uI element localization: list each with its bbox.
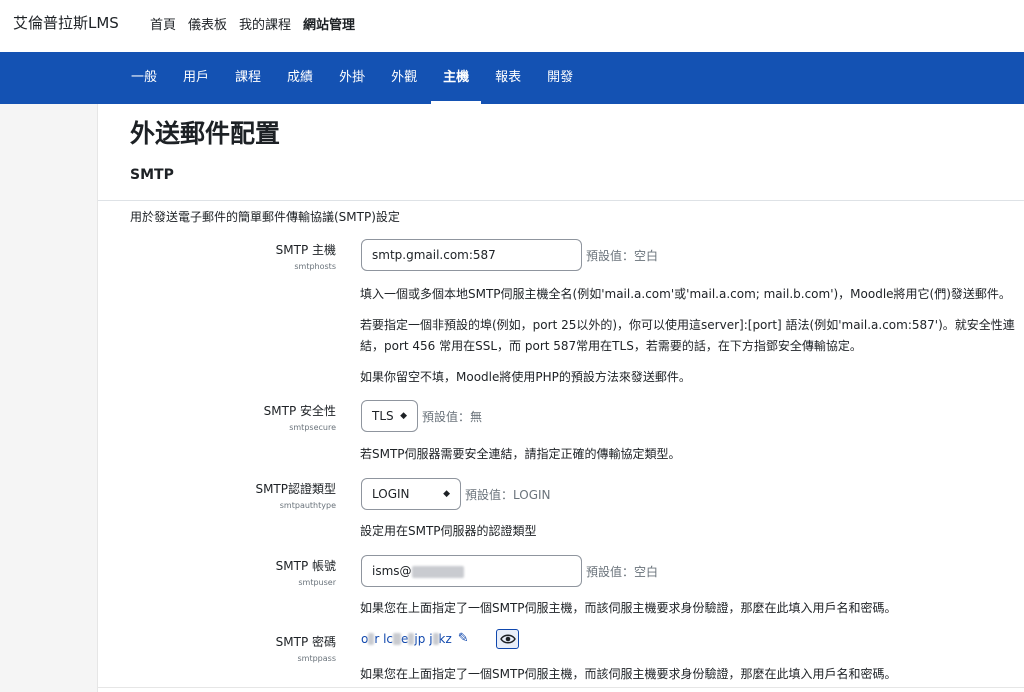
input-value: isms@: [372, 564, 412, 578]
section-title: SMTP: [130, 167, 174, 183]
tab-development[interactable]: 開發: [547, 52, 573, 104]
smtpsecure-select[interactable]: TLS ◆: [361, 400, 418, 432]
eye-icon: [499, 634, 516, 644]
select-arrows-icon: ◆: [443, 489, 450, 499]
smtpuser-default: 預設值：空白: [586, 565, 659, 579]
setting-label: SMTP 密碼: [275, 635, 336, 649]
tab-general[interactable]: 一般: [131, 52, 157, 104]
setting-key: smtppass: [297, 654, 337, 663]
smtpsecure-label: SMTP 安全性 smtpsecure: [106, 402, 336, 432]
tab-grades[interactable]: 成績: [287, 52, 313, 104]
tab-reports[interactable]: 報表: [495, 52, 521, 104]
smtpsecure-desc: 若SMTP伺服器需要安全連結，請指定正確的傳輸協定類型。: [360, 447, 681, 461]
setting-key: smtpsecure: [289, 423, 336, 432]
setting-label: SMTP 安全性: [263, 404, 336, 418]
pwd-part: e: [401, 631, 409, 646]
select-arrows-icon: ◆: [400, 411, 407, 421]
smtpauthtype-desc: 設定用在SMTP伺服器的認證類型: [360, 524, 537, 538]
nav-dashboard[interactable]: 儀表板: [188, 14, 227, 33]
setting-label: SMTP 主機: [275, 243, 336, 257]
toggle-visibility-button[interactable]: [496, 629, 519, 649]
setting-key: smtpuser: [298, 578, 336, 587]
gutter-divider: [97, 104, 98, 692]
setting-key: smtpauthtype: [279, 501, 336, 510]
smtphosts-input[interactable]: smtp.gmail.com:587: [361, 239, 582, 271]
smtppass-label: SMTP 密碼 smtppass: [106, 633, 336, 663]
redacted-blur: [432, 632, 439, 645]
secondary-nav: 一般 用戶 課程 成績 外掛 外觀 主機 報表 開發: [0, 52, 1024, 104]
smtppass-desc: 如果您在上面指定了一個SMTP伺服主機，而該伺服主機要求身份驗證，那麼在此填入用…: [360, 667, 897, 681]
smtpauthtype-select[interactable]: LOGIN ◆: [361, 478, 461, 510]
smtphosts-default: 預設值：空白: [586, 249, 659, 263]
pwd-part: r lc: [374, 631, 394, 646]
setting-label: SMTP認證類型: [255, 482, 336, 496]
pwd-part: o: [361, 631, 369, 646]
top-navbar: 艾倫普拉斯LMS 首頁 儀表板 我的課程 網站管理: [0, 0, 1024, 52]
smtpuser-label: SMTP 帳號 smtpuser: [106, 557, 336, 587]
tab-users[interactable]: 用戶: [183, 52, 209, 104]
tab-server[interactable]: 主機: [431, 52, 482, 104]
redacted-blur: [408, 632, 415, 645]
nav-my-courses[interactable]: 我的課程: [239, 14, 291, 33]
smtpuser-desc: 如果您在上面指定了一個SMTP伺服主機，而該伺服主機要求身份驗證，那麼在此填入用…: [360, 601, 897, 615]
select-value: LOGIN: [372, 487, 410, 501]
primary-nav: 首頁 儀表板 我的課程 網站管理: [150, 14, 367, 33]
pwd-part: kz: [438, 631, 452, 646]
smtppass-value[interactable]: o r lc e jp j kz ✎: [361, 631, 469, 646]
smtpauthtype-default: 預設值：LOGIN: [465, 488, 551, 502]
tab-courses[interactable]: 課程: [235, 52, 261, 104]
nav-home[interactable]: 首頁: [150, 14, 176, 33]
smtphosts-label: SMTP 主機 smtphosts: [106, 241, 336, 271]
smtphosts-desc-2: 若要指定一個非預設的埠(例如，port 25以外的)，你可以使用這server]…: [360, 318, 1015, 353]
section-description: 用於發送電子郵件的簡單郵件傳輸協議(SMTP)設定: [130, 210, 400, 224]
page-title: 外送郵件配置: [130, 119, 281, 148]
setting-label: SMTP 帳號: [275, 559, 336, 573]
redacted-blur: [368, 632, 375, 645]
smtphosts-desc-3: 如果你留空不填，Moodle將使用PHP的預設方法來發送郵件。: [360, 370, 691, 384]
site-brand[interactable]: 艾倫普拉斯LMS: [13, 12, 119, 33]
smtpsecure-default: 預設值：無: [422, 410, 483, 424]
left-gutter: [0, 104, 97, 692]
page-bottom-border: [98, 687, 1024, 692]
tab-plugins[interactable]: 外掛: [339, 52, 365, 104]
select-value: TLS: [372, 409, 394, 423]
redacted-blur: [393, 632, 402, 645]
setting-key: smtphosts: [294, 262, 336, 271]
pencil-icon[interactable]: ✎: [458, 631, 469, 646]
nav-site-admin[interactable]: 網站管理: [303, 14, 355, 33]
redacted-blur: [411, 565, 464, 578]
smtphosts-desc-1: 填入一個或多個本地SMTP伺服主機全名(例如'mail.a.com'或'mail…: [360, 287, 1011, 301]
smtpauthtype-label: SMTP認證類型 smtpauthtype: [106, 480, 336, 510]
smtpuser-input[interactable]: isms@: [361, 555, 582, 587]
section-divider: [98, 200, 1024, 201]
tab-appearance[interactable]: 外觀: [391, 52, 417, 104]
pwd-part: jp j: [414, 631, 433, 646]
